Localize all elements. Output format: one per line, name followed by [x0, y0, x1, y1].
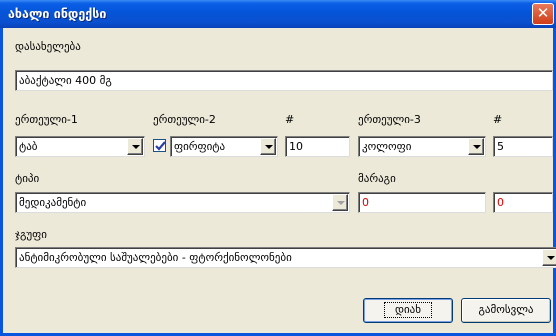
window-title: ახალი ინდექსი: [8, 6, 107, 21]
close-icon: ✕: [536, 4, 550, 22]
chevron-down-icon[interactable]: [260, 138, 276, 155]
name-input[interactable]: აბაქტალი 400 მგ: [15, 70, 553, 91]
title-bar[interactable]: ახალი ინდექსი ✕: [0, 0, 556, 28]
type-select[interactable]: მედიკამენტი: [15, 192, 350, 213]
stock-input-1[interactable]: 0: [358, 192, 486, 213]
dialog-window: ახალი ინდექსი ✕ დასახელება აბაქტალი 400 …: [0, 0, 556, 336]
ok-button[interactable]: დიახ: [363, 298, 453, 323]
unit2-label: ერთეული-2: [153, 113, 216, 126]
unit1-value: ტაბ: [15, 136, 145, 157]
num2-input[interactable]: 5: [493, 136, 553, 157]
num1-label: #: [285, 113, 295, 126]
unit1-label: ერთეული-1: [15, 113, 78, 126]
type-label: ტიპი: [15, 172, 40, 185]
cancel-button-label: გამოსვლა: [478, 303, 534, 316]
close-button[interactable]: ✕: [532, 3, 554, 25]
unit3-label: ერთეული-3: [358, 113, 421, 126]
chevron-down-icon[interactable]: [468, 138, 484, 155]
group-select[interactable]: ანტიმიკრობული საშუალებები - ფტორქინოლონე…: [15, 247, 556, 268]
unit3-select[interactable]: კოლოფი: [358, 136, 486, 157]
num2-label: #: [493, 113, 503, 126]
name-label: დასახელება: [15, 40, 81, 53]
ok-button-label: დიახ: [383, 302, 433, 318]
unit2-select[interactable]: ფირფიტა: [170, 136, 278, 157]
unit2-checkbox[interactable]: [153, 139, 166, 152]
stock-input-2[interactable]: 0: [493, 192, 553, 213]
type-value: მედიკამენტი: [15, 192, 350, 213]
cancel-button[interactable]: გამოსვლა: [461, 298, 551, 323]
num1-input[interactable]: 10: [285, 136, 350, 157]
chevron-down-icon[interactable]: [127, 138, 143, 155]
group-value: ანტიმიკრობული საშუალებები - ფტორქინოლონე…: [15, 247, 556, 268]
checkmark-icon: [155, 141, 166, 151]
unit1-select[interactable]: ტაბ: [15, 136, 145, 157]
stock-label: მარაგი: [358, 172, 396, 185]
unit3-value: კოლოფი: [358, 136, 486, 157]
chevron-down-icon[interactable]: [332, 194, 348, 211]
chevron-down-icon[interactable]: [542, 249, 556, 266]
group-label: ჯგუფი: [15, 228, 47, 241]
